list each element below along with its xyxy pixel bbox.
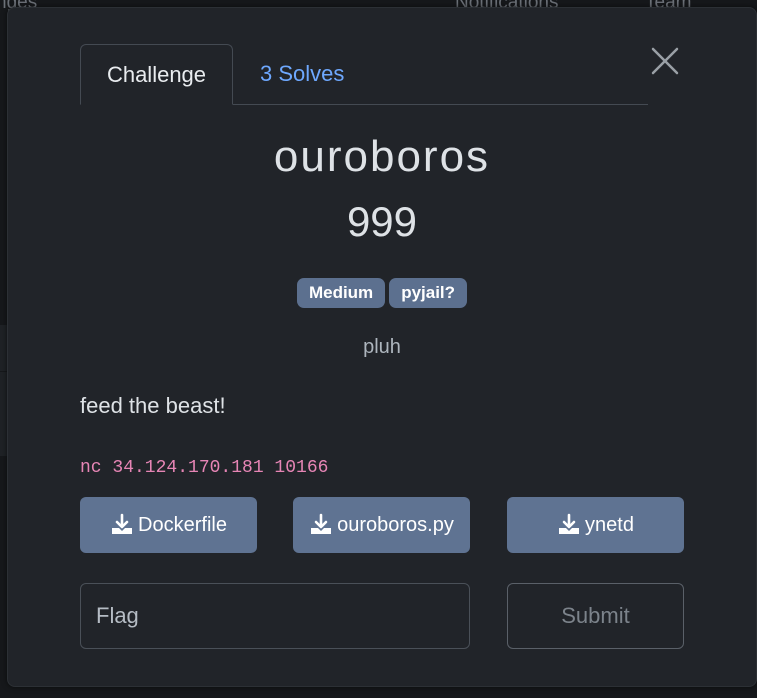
file-label: Dockerfile — [138, 513, 227, 536]
download-ynetd-button[interactable]: ynetd — [507, 497, 684, 553]
tag-difficulty: Medium — [296, 278, 386, 308]
challenge-title: ouroboros — [273, 132, 491, 181]
download-icon — [112, 513, 133, 534]
modal-tabs: Challenge 3 Solves — [80, 44, 648, 105]
file-label: ouroboros.py — [337, 513, 454, 536]
close-button[interactable] — [649, 45, 681, 77]
close-icon — [651, 47, 679, 75]
connection-info: nc 34.124.170.181 10166 — [80, 458, 329, 478]
file-label: ynetd — [585, 513, 634, 536]
flag-input[interactable] — [80, 583, 470, 649]
download-icon — [311, 513, 332, 534]
tab-challenge[interactable]: Challenge — [80, 44, 233, 105]
challenge-modal: Challenge 3 Solves ouroboros 999 Medium … — [7, 7, 757, 687]
challenge-author: pluh — [363, 336, 401, 358]
tag-category: pyjail? — [389, 278, 468, 308]
challenge-points: 999 — [346, 198, 418, 245]
download-ouroboros-py-button[interactable]: ouroboros.py — [293, 497, 470, 553]
download-icon — [559, 513, 580, 534]
submit-button[interactable]: Submit — [507, 583, 684, 649]
download-dockerfile-button[interactable]: Dockerfile — [80, 497, 257, 553]
challenge-description: feed the beast! — [80, 393, 226, 418]
tab-solves[interactable]: 3 Solves — [260, 44, 344, 104]
challenge-tags: Medium pyjail? — [8, 278, 756, 308]
